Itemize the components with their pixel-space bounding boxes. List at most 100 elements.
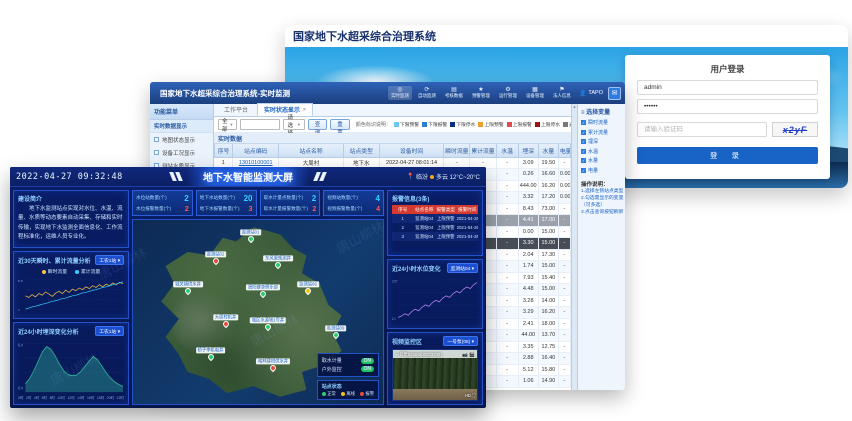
column-header[interactable]: 站点类型: [343, 144, 379, 157]
column-header[interactable]: 瞬时流量: [444, 144, 470, 157]
column-header[interactable]: 站点名称: [279, 144, 343, 157]
nav-item-3[interactable]: ▤考核数据: [442, 86, 466, 99]
legend-chip: 上限停水: [535, 121, 560, 128]
column-header[interactable]: 电量: [558, 144, 570, 157]
x-tick-label: 18时: [97, 396, 104, 401]
nav-item-7[interactable]: ⚑法人信息: [550, 86, 574, 99]
checkbox-checked-icon: ✓: [581, 139, 586, 144]
variable-checkbox[interactable]: ✓电量: [581, 167, 622, 174]
stat-row: 地下水站数量(个)20: [200, 194, 253, 203]
x-tick-label: 22时: [117, 396, 124, 401]
mail-icon[interactable]: ✉: [608, 87, 621, 100]
map-legend-item: 报警: [360, 391, 374, 397]
variable-checkbox[interactable]: ✓水量: [581, 157, 622, 164]
depth-station-select[interactable]: 工农1站 ▾: [95, 326, 124, 336]
stat-card: 地下水站数量(个)20地下水报警数量(个)3: [196, 190, 257, 216]
status-select[interactable]: --请选择--▼: [283, 119, 304, 130]
bigscreen-window: 2022-04-27 09:32:48 地下水智能监测大屏 📍 临汾 多云 12…: [10, 167, 486, 408]
legend-chip-label: 上限停水: [541, 121, 560, 128]
keyword-input[interactable]: [240, 119, 280, 130]
map[interactable]: 监测站01监测站02东风渠观测井城关镇供水井晟阳健身俱乐部监测站06大周村机井城…: [132, 219, 384, 405]
variable-checkbox[interactable]: ✓水温: [581, 148, 622, 155]
checkbox-icon: [154, 137, 159, 142]
close-icon[interactable]: ×: [303, 107, 306, 113]
table-cell: 13.70: [538, 330, 558, 342]
table-cell: -: [496, 169, 518, 181]
nav-item-2[interactable]: ⟳自动监测: [415, 86, 439, 99]
map-controls: 取水计量ON户外监控ON 站点状态 正常离线报警: [317, 353, 379, 401]
nav-label: 考核数据: [445, 93, 463, 98]
toggle-on-switch[interactable]: ON: [361, 358, 375, 364]
column-header[interactable]: 水温: [496, 144, 518, 157]
stat-value: 4: [376, 194, 380, 203]
chart-legend-item: 瞬时流量: [42, 268, 67, 275]
location-name: 临汾: [416, 172, 428, 181]
nav-item-1[interactable]: ◎实时监测: [388, 86, 412, 99]
sidebar-header[interactable]: 功能菜单: [150, 104, 213, 120]
checkbox-icon: [154, 150, 159, 155]
tab-实时状态显示[interactable]: 实时状态显示×: [257, 103, 313, 116]
mid-header: 国家地下水超采综合治理系统-实时监测 ◎实时监测⟳自动监测▤考核数据★预警管理⚙…: [150, 82, 625, 104]
svg-text:1: 1: [18, 308, 20, 312]
reset-button[interactable]: 重置: [330, 119, 350, 130]
sidebar-group[interactable]: 实时数据显示: [150, 120, 213, 133]
level-station-select[interactable]: 监测站04 ▾: [447, 263, 478, 273]
table-cell: 1.06: [518, 376, 538, 388]
variable-checkbox[interactable]: ✓埋深: [581, 138, 622, 145]
table-cell: 15.00: [538, 238, 558, 250]
username-field[interactable]: [637, 80, 818, 95]
alarm-cell: 1: [392, 214, 414, 223]
flow-station-select[interactable]: 工农1站 ▾: [95, 255, 124, 265]
legend-color-swatch: [394, 122, 399, 127]
password-field[interactable]: [637, 99, 818, 114]
column-header[interactable]: 埋深: [518, 144, 538, 157]
alarm-row[interactable]: 2监测站04上限预警2021-04-26 09:20:00: [392, 223, 478, 232]
login-button[interactable]: 登 录: [637, 147, 818, 164]
tab-工作平台[interactable]: 工作平台: [217, 103, 255, 116]
table-cell: -: [558, 157, 570, 169]
nav-item-4[interactable]: ★预警管理: [469, 86, 493, 99]
captcha-image[interactable]: x2yF: [772, 122, 818, 137]
legend-dot: [42, 270, 46, 274]
stat-row: 视频报警数量(个)4: [327, 206, 380, 213]
nav-label: 运行管理: [499, 93, 517, 98]
sidebar-item-label: 地图状态显示: [162, 136, 195, 144]
nav-label: 预警管理: [472, 93, 490, 98]
table-cell: -: [496, 376, 518, 388]
variable-label: 水温: [588, 148, 598, 155]
station-code-link[interactable]: 13010100001: [239, 160, 273, 166]
nav-item-5[interactable]: ⚙运行管理: [496, 86, 520, 99]
map-legend-box: 站点状态 正常离线报警: [317, 380, 379, 400]
svg-text:0.4: 0.4: [18, 385, 23, 391]
column-header[interactable]: 累计流量: [470, 144, 496, 157]
variable-checkbox[interactable]: ✓瞬时流量: [581, 119, 622, 126]
column-header[interactable]: 序号: [215, 144, 233, 157]
stat-label: 水位站数量(个): [136, 195, 167, 201]
user-chip[interactable]: 👤 TAPO: [579, 90, 603, 97]
alarm-cell: 2021-04-26 09:26:00: [457, 214, 479, 223]
weather-icon: [430, 175, 434, 179]
toggle-on-switch[interactable]: ON: [361, 366, 375, 372]
table-cell: -: [496, 261, 518, 273]
column-header[interactable]: 水量: [538, 144, 558, 157]
alarm-cell: 2021-04-26 09:03:00: [457, 232, 479, 241]
sidebar-item[interactable]: 设备工况显示: [150, 146, 213, 159]
variable-checkbox[interactable]: ✓累计流量: [581, 129, 622, 136]
nav-item-6[interactable]: ▦设备管理: [523, 86, 547, 99]
video-camera-select[interactable]: 一号泵(05) ▾: [443, 336, 478, 346]
table-cell: -: [558, 364, 570, 376]
query-button[interactable]: 查询: [308, 119, 328, 130]
column-header[interactable]: 设备时间: [379, 144, 443, 157]
alarm-row[interactable]: 3监测站04上限预警2021-04-26 09:03:00: [392, 232, 478, 241]
sidebar-item[interactable]: 地图状态显示: [150, 133, 213, 146]
video-frame[interactable]: 一号泵04066(00003749) 📷 🎬 HD ⛶: [392, 349, 478, 401]
video-hd-controls[interactable]: HD ⛶: [465, 393, 475, 398]
camera-icons[interactable]: 📷 🎬: [462, 352, 475, 358]
scroll-up-icon[interactable]: ▲: [573, 104, 577, 390]
station-type-select[interactable]: 全部▼: [218, 119, 237, 130]
captcha-field[interactable]: [637, 122, 767, 137]
column-header[interactable]: 站点编码: [233, 144, 279, 157]
stat-label: 取水计量报警数量(个): [264, 206, 308, 212]
alarm-cell: 上限预警: [435, 232, 457, 241]
alarm-row[interactable]: 1监测站04上限预警2021-04-26 09:26:00: [392, 214, 478, 223]
